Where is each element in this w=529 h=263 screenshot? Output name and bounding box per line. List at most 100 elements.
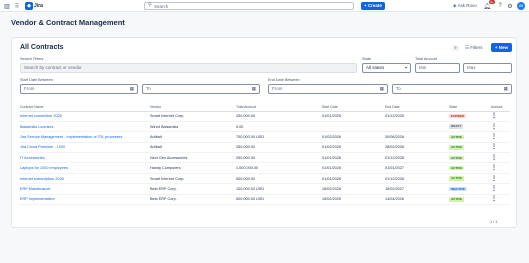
end-date-cell: 28/02/2026 <box>385 142 449 154</box>
create-button[interactable]: + Create <box>361 2 385 10</box>
contract-name-link[interactable]: Internet subscription 2026 <box>20 173 150 185</box>
app-name[interactable]: Jira <box>34 2 43 10</box>
more-actions-icon[interactable]: ⋮ <box>491 176 497 182</box>
more-actions-icon[interactable]: ⋮ <box>491 186 497 192</box>
more-actions-icon[interactable]: ⋮ <box>491 134 497 140</box>
end-date-cell: 01/12/2026 <box>385 173 449 185</box>
state-cell: EXPIRED <box>449 111 491 122</box>
sidebar-toggle-icon[interactable]: ▥ <box>3 2 11 10</box>
actions-cell: ⋮ <box>491 173 510 185</box>
start-date-label: Start Date Between <box>20 78 53 82</box>
state-label: State <box>362 57 371 61</box>
vendor-cell: Artibalt <box>150 142 236 154</box>
actions-cell: ⋮ <box>491 194 510 206</box>
settings-icon[interactable]: ⚙ <box>506 2 514 10</box>
new-contract-button[interactable]: + New <box>491 43 512 52</box>
status-badge: ACTIVE <box>449 134 465 140</box>
jira-logo-icon[interactable]: ◆ <box>25 2 33 10</box>
max-amount-input[interactable]: Max <box>463 63 512 73</box>
table-row: Laptops for 1000 employees Handy Computer… <box>20 162 510 174</box>
status-badge: ACTIVE <box>449 176 465 181</box>
column-header-state[interactable]: State <box>449 104 491 112</box>
column-header-total-amount[interactable]: Total Amount <box>236 104 322 112</box>
contract-name-link[interactable]: Internet connection 2025 <box>20 111 150 122</box>
contract-name-link[interactable]: Jira Cloud Premium - 1000 <box>20 142 150 154</box>
status-badge: INACTIVE <box>449 186 468 192</box>
start-to-placeholder: To <box>146 86 151 91</box>
vendor-cell: Best ERP Corp. <box>150 183 236 195</box>
page-title: Vendor & Contract Management <box>11 18 125 27</box>
column-header-start-date[interactable]: Start Date <box>322 104 385 112</box>
status-badge: ACTIVE <box>449 145 465 150</box>
start-date-cell: 01/01/2025 <box>322 111 385 122</box>
search-icon: ⚲ <box>148 2 152 8</box>
contracts-count-badge: 9 <box>452 45 459 51</box>
status-badge: ACTIVE <box>449 155 465 160</box>
contract-name-link[interactable]: ERP Implementation <box>20 194 150 206</box>
status-badge: ACTIVE <box>449 165 465 171</box>
more-actions-icon[interactable]: ⋮ <box>491 113 497 119</box>
ask-rovo-button[interactable]: ◈ Ask Rovo <box>453 2 477 10</box>
end-from-date-input[interactable]: From ▦ <box>268 84 388 94</box>
vendor-cell: Artibalt <box>150 131 236 143</box>
contract-name-link[interactable]: Balsamiks Licenses <box>20 121 150 133</box>
contract-name-link[interactable]: Laptops for 1000 employees <box>20 162 150 174</box>
actions-cell: ⋮ <box>491 111 510 122</box>
more-actions-icon[interactable]: ⋮ <box>491 196 497 202</box>
table-row: Internet connection 2025 Smart Internet C… <box>20 111 510 122</box>
help-icon[interactable]: ? <box>496 2 504 10</box>
start-date-cell: 01/01/2026 <box>322 162 385 174</box>
ask-rovo-label: Ask Rovo <box>457 3 477 8</box>
contract-name-link[interactable]: ERP Maintenance <box>20 183 150 195</box>
end-date-cell: 14/04/2026 <box>385 194 449 206</box>
state-cell: ACTIVE <box>449 131 491 143</box>
more-actions-icon[interactable]: ⋮ <box>491 124 497 130</box>
state-cell: ACTIVE <box>449 152 491 164</box>
app-switcher-icon[interactable]: ⠿ <box>13 2 21 10</box>
status-badge: ACTIVE <box>449 197 465 202</box>
calendar-icon: ▦ <box>251 86 256 91</box>
total-amount-cell: 250,000.00 <box>236 111 322 122</box>
user-avatar[interactable]: JM <box>517 2 525 10</box>
state-cell: DRAFT <box>449 121 491 133</box>
actions-cell: ⋮ <box>491 183 510 195</box>
pagination: 1 / 1 <box>490 220 498 224</box>
vendor-cell: Smart Internet Corp. <box>150 173 236 185</box>
column-header-end-date[interactable]: End Date <box>385 104 449 112</box>
calendar-icon: ▦ <box>379 86 384 91</box>
table-row: Jira Service Management - Implementation… <box>20 131 510 143</box>
state-cell: ACTIVE <box>449 142 491 154</box>
start-date-cell: 16/02/2026 <box>322 183 385 195</box>
table-header-row: Contract Name Vendor Total Amount Start … <box>20 104 510 112</box>
table-row: Balsamiks Licenses Wired Balsamiks 0.00 DRA… <box>20 121 510 133</box>
end-to-date-input[interactable]: To ▦ <box>392 84 512 94</box>
min-amount-input[interactable]: Min <box>415 63 460 73</box>
min-placeholder: Min <box>419 65 427 70</box>
end-from-placeholder: From <box>272 86 283 91</box>
search-placeholder: Search <box>154 4 169 9</box>
contract-name-link[interactable]: IT Accessories <box>20 152 150 164</box>
actions-cell: ⋮ <box>491 131 510 143</box>
start-date-cell <box>322 121 385 133</box>
more-actions-icon[interactable]: ⋮ <box>491 165 497 171</box>
contracts-panel: All Contracts 9 ☰ Filters + New Search F… <box>11 37 517 228</box>
state-cell: ACTIVE <box>449 162 491 174</box>
search-input[interactable]: ⚲ Search <box>144 2 354 10</box>
more-actions-icon[interactable]: ⋮ <box>491 155 497 161</box>
total-amount-cell: 250,000.00 <box>236 152 322 164</box>
filters-button[interactable]: ☰ Filters <box>465 44 487 52</box>
end-date-cell: 01/01/2027 <box>385 162 449 174</box>
start-from-date-input[interactable]: From ▦ <box>20 84 138 94</box>
more-actions-icon[interactable]: ⋮ <box>491 144 497 150</box>
start-to-date-input[interactable]: To ▦ <box>142 84 260 94</box>
start-from-placeholder: From <box>24 86 35 91</box>
contract-search-input[interactable]: Search by contract or vendor <box>20 63 357 73</box>
end-to-placeholder: To <box>396 86 401 91</box>
start-date-cell: 01/01/2026 <box>322 152 385 164</box>
column-header-vendor[interactable]: Vendor <box>150 104 236 112</box>
contract-name-link[interactable]: Jira Service Management - Implementation… <box>20 131 150 143</box>
state-select[interactable]: All states ▾ <box>362 63 411 73</box>
column-header-contract-name[interactable]: Contract Name <box>20 104 150 112</box>
total-amount-cell: 1,000,000.00 <box>236 162 322 174</box>
chevron-down-icon: ▾ <box>404 65 407 70</box>
